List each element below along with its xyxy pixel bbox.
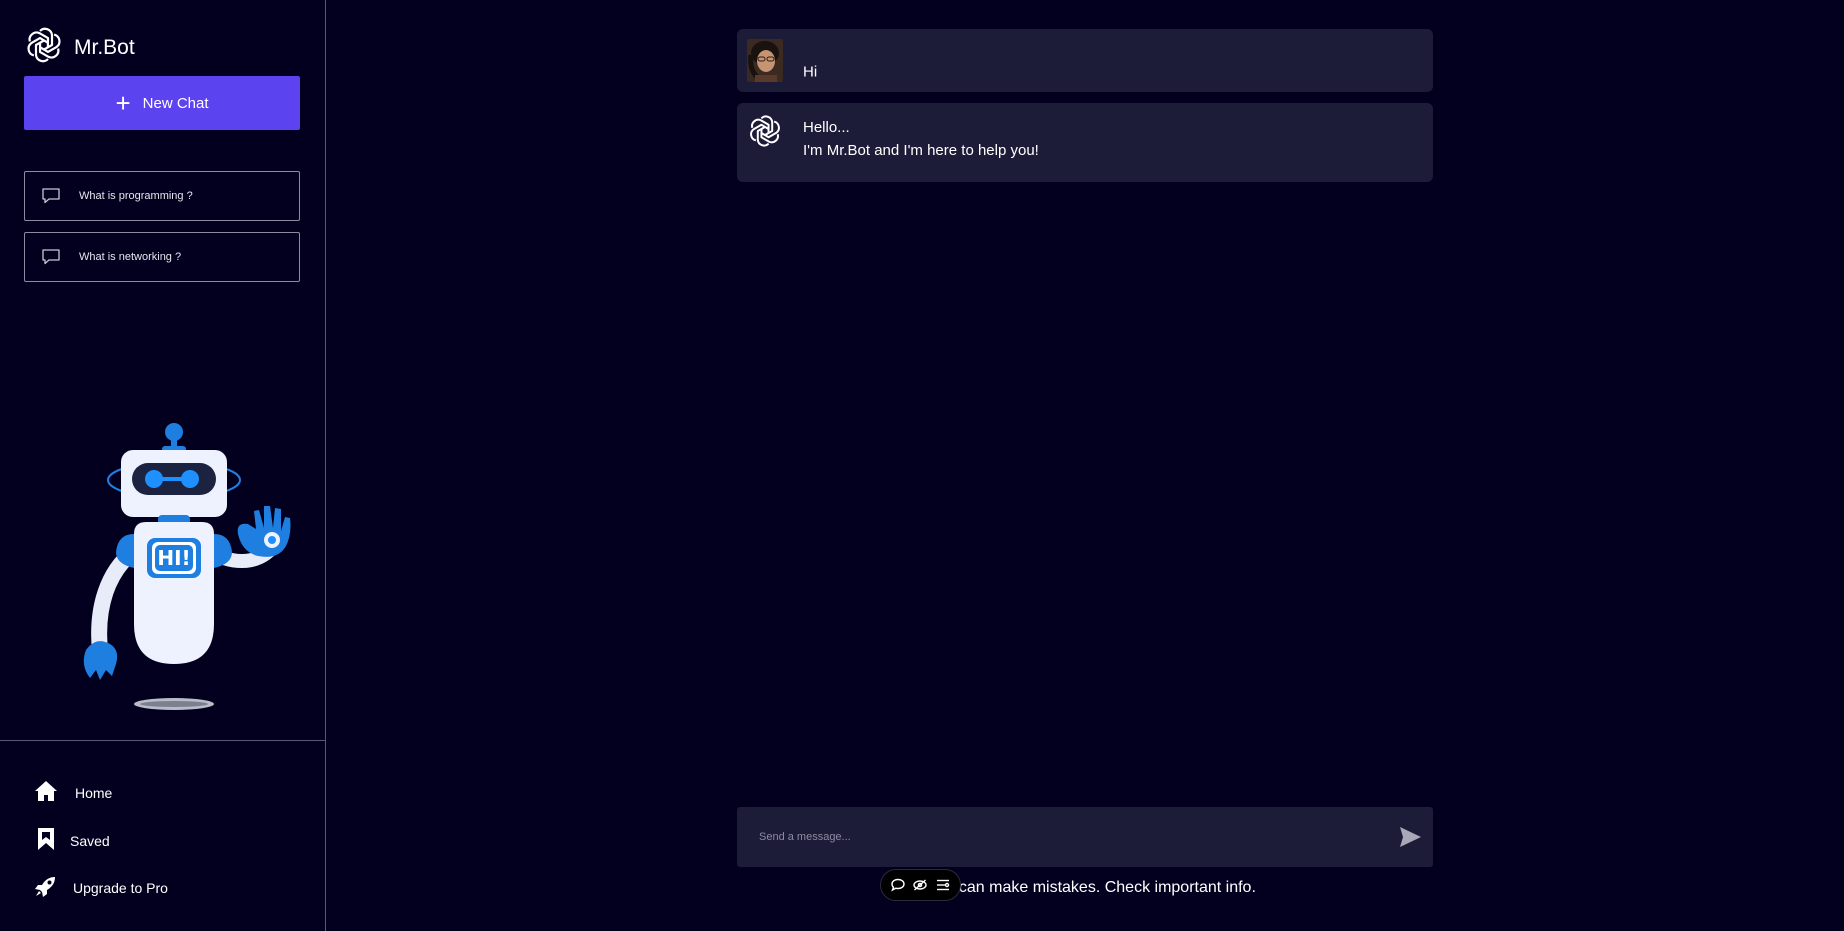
message-line: Hello... — [803, 119, 850, 136]
home-icon — [34, 779, 58, 806]
robot-illustration: HI! — [76, 420, 306, 715]
robot-badge-text: HI! — [157, 546, 190, 570]
plus-icon: + — [115, 88, 131, 118]
nav-saved-label: Saved — [70, 832, 110, 849]
nav-home[interactable]: Home — [34, 779, 112, 806]
disclaimer-text: t can make mistakes. Check important inf… — [950, 879, 1256, 896]
app-logo[interactable]: Mr.Bot — [24, 25, 135, 70]
list-settings-icon[interactable] — [935, 877, 951, 893]
user-message-text: Hi — [803, 61, 817, 84]
eye-off-icon[interactable] — [912, 877, 928, 893]
openai-logo-icon — [24, 25, 64, 70]
query-label: What is networking ? — [79, 251, 182, 263]
nav-saved[interactable]: Saved — [34, 827, 110, 854]
bot-avatar-icon — [747, 113, 783, 149]
message-line: I'm Mr.Bot and I'm here to help you! — [803, 142, 1039, 159]
app-name: Mr.Bot — [74, 35, 135, 59]
message-line: Hi — [803, 63, 818, 81]
rocket-icon — [34, 874, 58, 901]
query-label: What is programming ? — [79, 190, 193, 202]
nav-upgrade-label: Upgrade to Pro — [73, 879, 168, 896]
bot-message-text: Hello... I'm Mr.Bot and I'm here to help… — [803, 116, 1039, 162]
floating-toolbar — [880, 869, 961, 901]
nav-upgrade[interactable]: Upgrade to Pro — [34, 874, 168, 901]
new-chat-label: New Chat — [142, 94, 209, 112]
bookmark-icon — [34, 827, 58, 854]
sidebar: Mr.Bot + New Chat What is programming ? … — [0, 0, 326, 931]
send-icon[interactable] — [1398, 825, 1422, 849]
message-input[interactable] — [759, 825, 1339, 849]
chat-bubble-icon — [41, 247, 61, 267]
chat-bubble-icon — [41, 186, 61, 206]
bot-message: Hello... I'm Mr.Bot and I'm here to help… — [737, 103, 1433, 182]
query-item-networking[interactable]: What is networking ? — [24, 232, 300, 282]
sidebar-footer: Home Saved Upgrade to Pro — [0, 740, 326, 931]
query-item-programming[interactable]: What is programming ? — [24, 171, 300, 221]
user-avatar — [747, 39, 783, 82]
comment-icon[interactable] — [890, 877, 906, 893]
new-chat-button[interactable]: + New Chat — [24, 76, 300, 130]
user-message: Hi — [737, 29, 1433, 92]
nav-home-label: Home — [75, 784, 113, 801]
message-composer — [737, 807, 1433, 867]
